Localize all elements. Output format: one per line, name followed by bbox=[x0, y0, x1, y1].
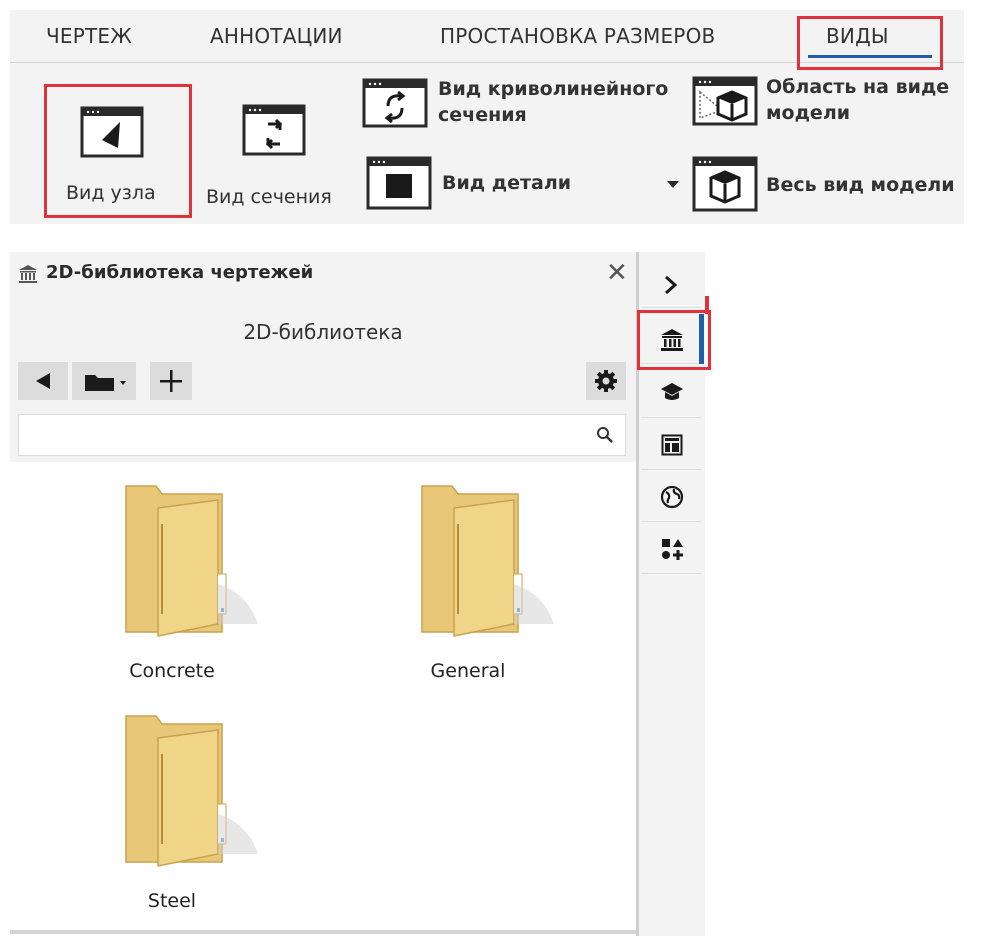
sidebar-item-shapes[interactable] bbox=[641, 524, 701, 574]
folder-icon bbox=[421, 485, 554, 637]
full-model-icon bbox=[692, 156, 758, 212]
search-icon[interactable] bbox=[595, 425, 615, 445]
detail-view-label: Вид детали bbox=[442, 172, 572, 194]
folder-dropdown-button[interactable] bbox=[72, 362, 136, 400]
sidebar-item-learning[interactable] bbox=[641, 368, 701, 418]
ribbon-tabs: ЧЕРТЕЖ АННОТАЦИИ ПРОСТАНОВКА РАЗМЕРОВ ВИ… bbox=[10, 10, 964, 70]
drawing-library-panel: 2D-библиотека чертежей ✕ 2D-библиотека C… bbox=[10, 252, 636, 936]
tab-dimensioning[interactable]: ПРОСТАНОВКА РАЗМЕРОВ bbox=[440, 24, 715, 48]
sidebar-item-layout[interactable] bbox=[641, 420, 701, 470]
detail-view-icon bbox=[366, 156, 432, 210]
curved-section-label-1: Вид криволинейного bbox=[438, 78, 669, 100]
graduation-cap-icon bbox=[661, 383, 683, 400]
sidebar-item-web[interactable] bbox=[641, 472, 701, 522]
gear-icon bbox=[595, 370, 617, 392]
curved-section-label-2: сечения bbox=[438, 104, 527, 126]
model-area-icon bbox=[692, 76, 758, 126]
library-button-highlight bbox=[637, 310, 711, 370]
close-icon[interactable]: ✕ bbox=[606, 258, 628, 288]
highlight-edge bbox=[705, 296, 709, 314]
search-input[interactable] bbox=[25, 421, 589, 451]
folder-item[interactable]: General bbox=[378, 484, 558, 694]
plus-icon bbox=[160, 370, 182, 392]
caret-down-icon[interactable] bbox=[666, 180, 680, 190]
settings-button[interactable] bbox=[586, 362, 626, 400]
detail-view-button[interactable]: Вид детали bbox=[366, 156, 582, 214]
library-icon bbox=[19, 265, 37, 283]
folder-dropdown-icon bbox=[85, 375, 126, 391]
folder-item[interactable]: Steel bbox=[82, 714, 262, 924]
full-model-label: Весь вид модели bbox=[766, 174, 955, 196]
section-view-label: Вид сечения bbox=[206, 186, 332, 208]
globe-icon bbox=[660, 485, 684, 509]
library-title: 2D-библиотека чертежей bbox=[46, 262, 314, 283]
section-view-button[interactable]: Вид сечения bbox=[204, 90, 354, 216]
tab-drawing[interactable]: ЧЕРТЕЖ bbox=[46, 24, 132, 48]
model-area-view-button[interactable]: Область на виде модели bbox=[690, 74, 960, 138]
folder-label: Steel bbox=[147, 890, 197, 912]
folder-icon bbox=[125, 715, 258, 867]
tab-annotations[interactable]: АННОТАЦИИ bbox=[210, 24, 343, 48]
curved-section-view-button[interactable]: Вид криволинейного сечения bbox=[362, 76, 678, 138]
model-area-label-1: Область на виде bbox=[766, 76, 950, 98]
search-box bbox=[18, 414, 626, 456]
library-header: 2D-библиотека чертежей ✕ 2D-библиотека bbox=[10, 252, 636, 462]
library-subtitle: 2D-библиотека bbox=[243, 320, 403, 344]
model-area-label-2: модели bbox=[766, 102, 851, 124]
layout-icon bbox=[661, 434, 683, 456]
full-model-view-button[interactable]: Весь вид модели bbox=[692, 156, 960, 216]
folder-label: Concrete bbox=[129, 660, 215, 682]
panel-bottom-border bbox=[10, 930, 636, 934]
section-view-icon bbox=[242, 104, 306, 156]
folder-icon bbox=[125, 485, 258, 637]
expand-button[interactable] bbox=[641, 258, 701, 308]
back-arrow-icon bbox=[36, 373, 50, 389]
node-view-highlight bbox=[44, 84, 192, 218]
folder-label: General bbox=[430, 660, 506, 682]
shapes-icon bbox=[662, 539, 683, 560]
folder-item[interactable]: Concrete bbox=[82, 484, 262, 694]
curved-section-icon bbox=[362, 78, 428, 128]
tab-views-highlight bbox=[797, 16, 943, 70]
add-button[interactable] bbox=[150, 362, 192, 400]
back-button[interactable] bbox=[18, 362, 68, 400]
ribbon: ЧЕРТЕЖ АННОТАЦИИ ПРОСТАНОВКА РАЗМЕРОВ ВИ… bbox=[10, 10, 964, 224]
chevron-right-icon bbox=[665, 275, 678, 295]
